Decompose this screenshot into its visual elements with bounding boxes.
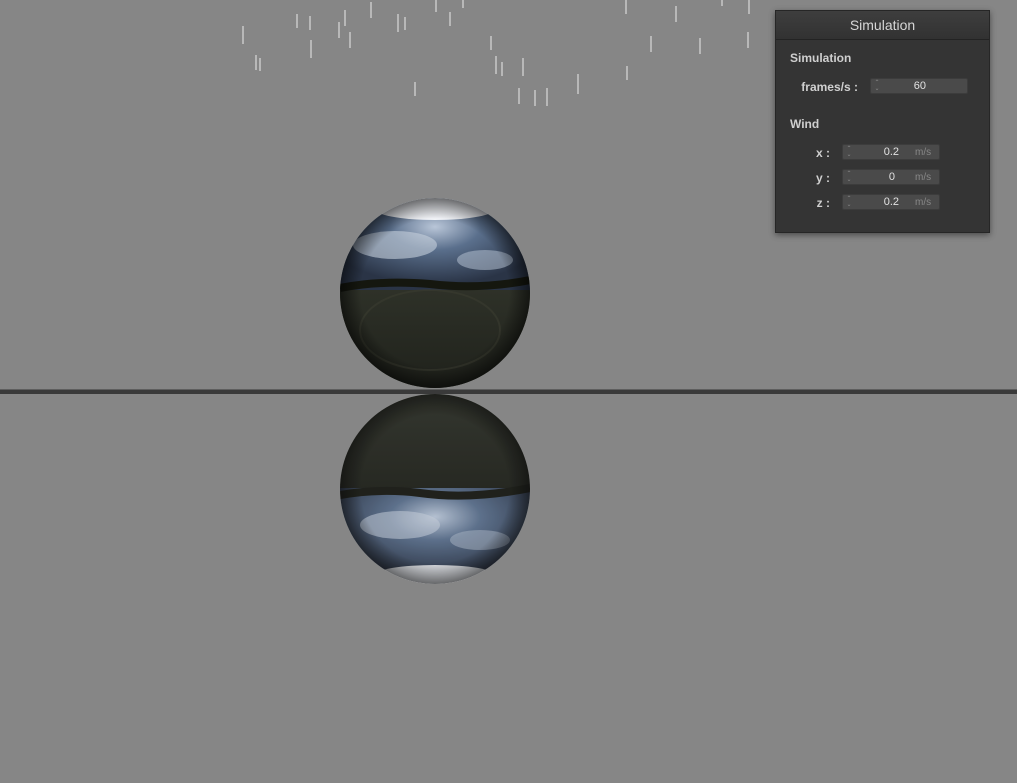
wind-z-label: z : <box>816 196 830 210</box>
simulation-panel: Simulation Simulation frames/s : ⌃ ⌄ 60 W… <box>775 10 990 233</box>
wind-y-unit: m/s <box>915 172 932 183</box>
wind-x-label: x : <box>815 146 830 160</box>
wind-x-unit: m/s <box>915 147 932 158</box>
wind-x-spinbox[interactable]: ⌃ ⌄ 0.2 m/s <box>842 144 940 160</box>
frames-per-second-spinbox[interactable]: ⌃ ⌄ 60 <box>870 78 968 94</box>
spin-arrows-icon[interactable]: ⌃ ⌄ <box>846 146 852 158</box>
sphere-reflection <box>340 394 530 584</box>
wind-y-value: 0 <box>888 171 895 183</box>
spin-arrows-icon[interactable]: ⌃ ⌄ <box>846 171 852 183</box>
ground-plane <box>0 390 1017 394</box>
spin-arrows-icon[interactable]: ⌃ ⌄ <box>846 196 852 208</box>
frames-label: frames/s : <box>801 80 858 94</box>
simulation-section-label: Simulation <box>790 51 852 65</box>
wind-x-value: 0.2 <box>883 146 899 158</box>
chrome-sphere <box>340 198 530 388</box>
rain-streaks <box>242 0 750 106</box>
wind-section-label: Wind <box>790 117 820 131</box>
wind-z-value: 0.2 <box>883 196 899 208</box>
wind-z-unit: m/s <box>915 197 932 208</box>
wind-z-spinbox[interactable]: ⌃ ⌄ 0.2 m/s <box>842 194 940 210</box>
spin-arrows-icon[interactable]: ⌃ ⌄ <box>874 80 880 92</box>
panel-title[interactable]: Simulation <box>776 11 989 40</box>
wind-y-spinbox[interactable]: ⌃ ⌄ 0 m/s <box>842 169 940 185</box>
frames-value: 60 <box>913 80 926 92</box>
wind-y-label: y : <box>815 171 830 185</box>
